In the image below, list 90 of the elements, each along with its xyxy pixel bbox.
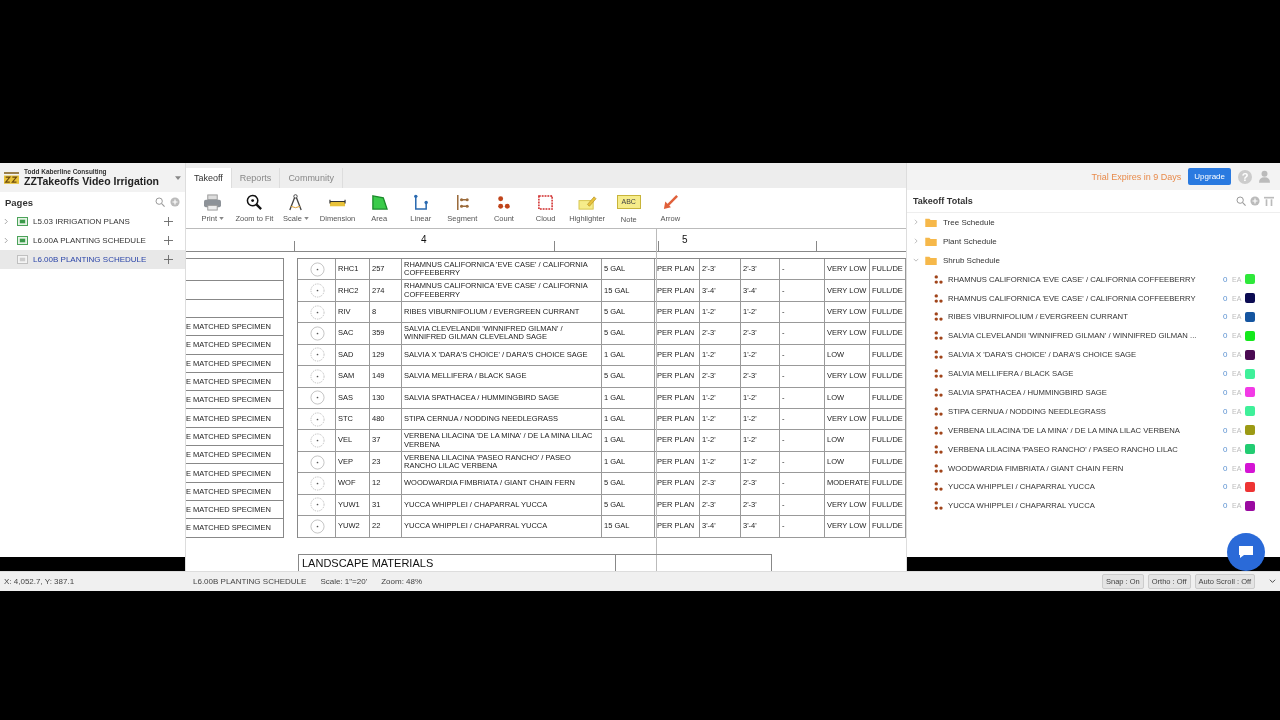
grid-label: 5 [682,234,688,245]
page-thumbnail-icon [17,217,28,226]
color-swatch[interactable] [1245,368,1255,379]
color-swatch[interactable] [1245,293,1255,303]
dots-icon [934,425,943,435]
cursor-coordinates: X: 4,052.7, Y: 387.1 [4,576,76,586]
status-page-name: L6.00B PLANTING SCHEDULE [193,576,307,586]
page-item[interactable]: L6.00B PLANTING SCHEDULE [0,250,185,269]
plant-symbol-icon [309,497,325,513]
plant-symbol-icon [309,325,325,341]
plant-symbol-icon [309,283,325,299]
caret-icon[interactable] [303,216,309,220]
chevron-icon[interactable] [913,219,919,226]
plant-symbol-icon [309,475,325,491]
color-swatch[interactable] [1245,311,1255,322]
dots-icon [934,501,943,511]
folder-row[interactable]: Tree Schedule [907,213,1280,232]
zoom-icon [244,193,264,211]
move-icon[interactable] [164,217,173,226]
user-icon[interactable] [1259,170,1270,183]
printer-icon [203,193,223,211]
highlighter-icon [577,193,597,211]
upgrade-button[interactable]: Upgrade [1188,168,1231,185]
dots-icon [934,387,943,397]
dots-icon [934,406,943,416]
folder-icon [925,217,937,227]
dots-icon [934,350,943,360]
color-swatch[interactable] [1245,425,1255,436]
dots-icon [934,482,943,492]
plant-symbol-icon [309,261,325,277]
plant-symbol-icon [309,347,325,363]
color-swatch[interactable] [1245,274,1255,285]
plant-symbol-icon [309,433,325,449]
chat-button[interactable] [1227,532,1265,571]
color-swatch[interactable] [1245,406,1255,417]
caret-icon[interactable] [1269,578,1276,584]
zoom-readout: Zoom: 48% [381,576,423,586]
dots-icon [934,463,943,473]
tab[interactable]: Takeoff [186,168,232,188]
plant-symbol-icon [309,454,325,470]
color-swatch[interactable] [1245,463,1255,473]
trial-notice: Trial Expires in 9 Days [1091,171,1182,182]
color-swatch[interactable] [1245,500,1255,511]
folder-row[interactable]: Shrub Schedule [907,250,1280,270]
page-thumbnail-icon [17,236,28,245]
chevron-icon[interactable] [913,238,919,245]
plant-symbol-icon [309,368,325,384]
plant-symbol-icon [309,390,325,406]
folder-icon [925,255,937,265]
color-swatch[interactable] [1245,444,1255,455]
dots-icon [934,444,943,454]
color-swatch[interactable] [1245,481,1255,492]
add-icon[interactable] [170,197,180,207]
folder-row[interactable]: Plant Schedule [907,231,1280,251]
materials-title: LANDSCAPE MATERIALS [301,556,434,569]
logo-icon [4,171,19,184]
drawing-sheet[interactable] [186,229,906,571]
plant-symbol-icon [309,411,325,427]
dots-icon [934,369,943,379]
chevron-icon[interactable] [913,257,919,264]
linear-icon [411,193,431,211]
cloud-icon [536,193,556,211]
move-icon[interactable] [164,255,173,264]
chevron-icon[interactable] [4,218,9,225]
page-thumbnail-icon [17,255,28,264]
color-swatch[interactable] [1245,349,1255,360]
add-icon[interactable] [1250,196,1260,206]
scale-readout: Scale: 1"=20' [320,576,368,586]
color-swatch[interactable] [1245,387,1255,398]
plant-symbol-icon [309,304,325,320]
move-icon[interactable] [164,236,173,245]
area-icon [369,193,389,211]
dots-icon [934,331,943,341]
grid-label: 4 [421,234,427,245]
search-icon[interactable] [155,197,165,207]
plant-symbol-icon [309,518,325,534]
dots-icon [934,293,943,303]
dots-icon [934,274,943,284]
color-swatch[interactable] [1245,330,1255,341]
dots-icon [934,312,943,322]
pages-title: Pages [5,196,34,208]
columns-icon[interactable] [1264,196,1274,206]
project-title: ZZTakeoffs Video Irrigation [24,175,160,187]
caret-icon[interactable] [175,175,181,180]
folder-icon [925,236,937,246]
caret-icon[interactable] [219,216,224,220]
panel-title: Takeoff Totals [913,196,974,206]
chat-icon [1238,544,1254,559]
search-icon[interactable] [1236,196,1246,206]
chevron-icon[interactable] [4,237,9,244]
